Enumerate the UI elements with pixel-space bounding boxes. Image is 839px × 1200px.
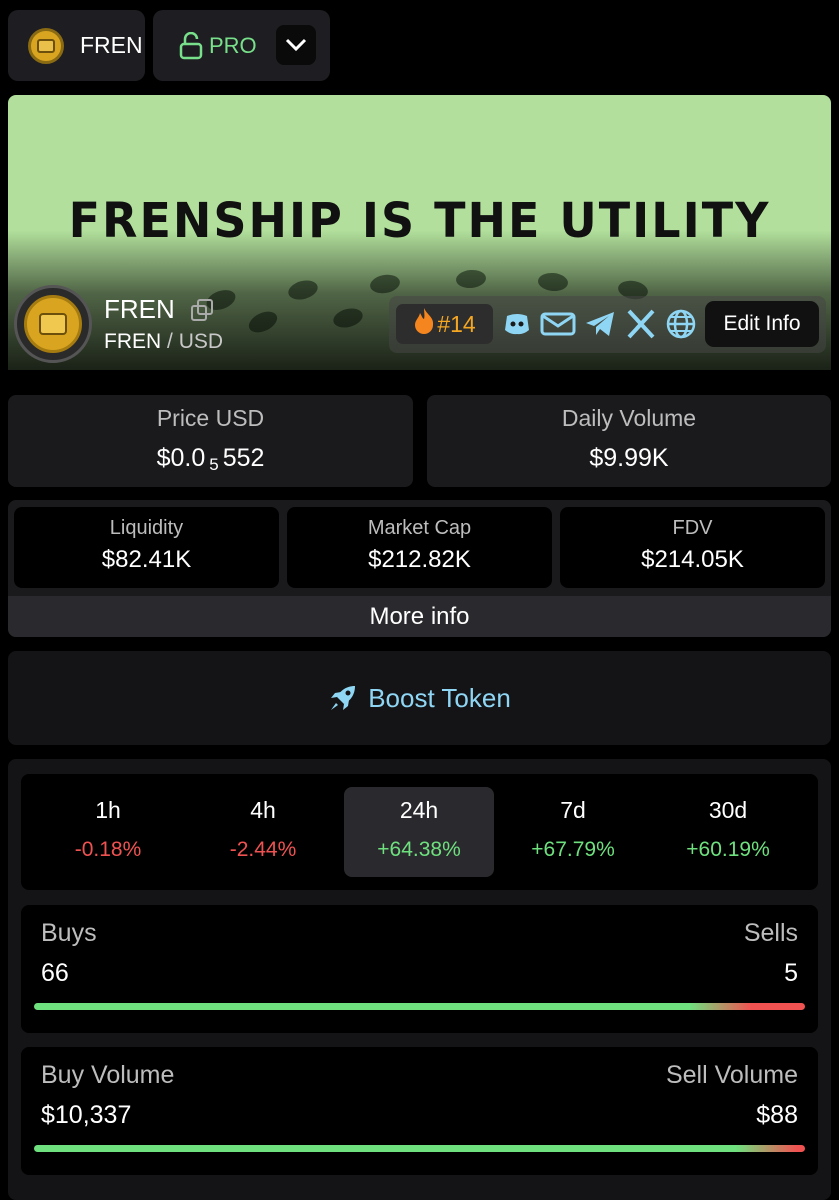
email-icon[interactable]: [539, 308, 577, 340]
pair-quote: USD: [178, 330, 224, 353]
price-usd-label: Price USD: [156, 405, 265, 431]
rocket-icon: [331, 686, 356, 710]
timeframe-tab-30d[interactable]: 30d +60.19%: [653, 787, 803, 877]
fdv-box: FDV $214.05K: [560, 507, 825, 588]
timeframe-change: -2.44%: [229, 838, 297, 861]
edit-info-button[interactable]: Edit Info: [705, 301, 819, 347]
discord-icon[interactable]: [501, 308, 533, 340]
daily-volume-label: Daily Volume: [561, 405, 697, 431]
fdv-value: $214.05K: [641, 546, 744, 573]
market-stats-group: Liquidity $82.41K Market Cap $212.82K FD…: [8, 500, 831, 637]
pro-button[interactable]: PRO: [153, 10, 330, 81]
copy-icon[interactable]: [190, 298, 214, 322]
sell-volume-label: Sell Volume: [665, 1061, 798, 1089]
txn-stats-panel: 1h -0.18% 4h -2.44% 24h +64.38% 7d +67.7…: [8, 759, 831, 1200]
buy-sell-volume-ratio-bar: [34, 1145, 805, 1152]
timeframe-change: -0.18%: [74, 838, 142, 861]
price-usd-value: $0.0 5 552: [8, 444, 413, 475]
pair-separator: /: [167, 330, 173, 353]
price-usd-box: Price USD $0.0 5 552: [8, 395, 413, 487]
timeframe-tabs: 1h -0.18% 4h -2.44% 24h +64.38% 7d +67.7…: [21, 774, 818, 890]
token-logo-icon: [28, 27, 64, 64]
timeframe-period: 30d: [708, 797, 748, 823]
timeframe-period: 4h: [250, 797, 276, 823]
liquidity-label: Liquidity: [109, 517, 184, 539]
timeframe-period: 7d: [560, 797, 586, 823]
pair-base: FREN: [104, 330, 162, 353]
token-selector[interactable]: FREN: [8, 10, 145, 81]
timeframe-change: +64.38%: [377, 838, 461, 861]
price-prefix: $0.0: [156, 444, 206, 472]
token-selector-label: FREN: [80, 32, 143, 58]
sell-volume-value: $88: [756, 1101, 798, 1129]
token-name: FREN: [104, 294, 175, 324]
buy-sell-volume-bar-fill: [34, 1145, 805, 1152]
liquidity-box: Liquidity $82.41K: [14, 507, 279, 588]
market-cap-value: $212.82K: [368, 546, 471, 573]
buy-volume-label: Buy Volume: [41, 1061, 175, 1089]
buys-sells-bar-fill: [34, 1003, 805, 1010]
token-avatar: [14, 285, 92, 363]
timeframe-change: +60.19%: [686, 838, 770, 861]
buy-sell-volume-box: Buy Volume Sell Volume $10,337 $88: [21, 1047, 818, 1175]
more-info-button[interactable]: More info: [8, 596, 831, 637]
market-cap-label: Market Cap: [367, 517, 472, 539]
timeframe-tab-4h[interactable]: 4h -2.44%: [188, 787, 338, 877]
chevron-down-icon[interactable]: [276, 25, 316, 65]
token-pair: FREN / USD: [104, 330, 223, 354]
lock-open-icon: [179, 31, 203, 59]
sells-label: Sells: [743, 919, 798, 947]
liquidity-value: $82.41K: [101, 546, 192, 573]
trending-rank-badge[interactable]: #14: [396, 304, 493, 344]
timeframe-tab-7d[interactable]: 7d +67.79%: [498, 787, 648, 877]
buys-value: 66: [41, 959, 69, 987]
socials-bar: #14 Edit Info: [389, 296, 826, 353]
daily-volume-value: $9.99K: [589, 444, 669, 472]
buys-sells-ratio-bar: [34, 1003, 805, 1010]
market-cap-box: Market Cap $212.82K: [287, 507, 552, 588]
price-zero-count: 5: [209, 455, 219, 474]
buys-label: Buys: [41, 919, 97, 947]
website-globe-icon[interactable]: [665, 308, 697, 340]
fdv-label: FDV: [672, 517, 713, 539]
boost-token-button[interactable]: Boost Token: [8, 651, 831, 745]
timeframe-tab-24h[interactable]: 24h +64.38%: [344, 787, 494, 877]
buy-volume-value: $10,337: [41, 1101, 132, 1129]
price-digits: 552: [222, 444, 265, 472]
rank-label: #14: [437, 310, 476, 337]
sells-value: 5: [784, 959, 798, 987]
timeframe-tab-1h[interactable]: 1h -0.18%: [33, 787, 183, 877]
pro-label: PRO: [209, 32, 257, 58]
buys-sells-box: Buys Sells 66 5: [21, 905, 818, 1033]
boost-token-label: Boost Token: [368, 682, 511, 713]
timeframe-period: 24h: [399, 797, 439, 823]
fire-icon: [413, 307, 435, 341]
telegram-icon[interactable]: [584, 308, 616, 340]
daily-volume-box: Daily Volume $9.99K: [427, 395, 831, 487]
x-twitter-icon[interactable]: [625, 308, 657, 340]
timeframe-period: 1h: [95, 797, 121, 823]
timeframe-change: +67.79%: [531, 838, 615, 861]
